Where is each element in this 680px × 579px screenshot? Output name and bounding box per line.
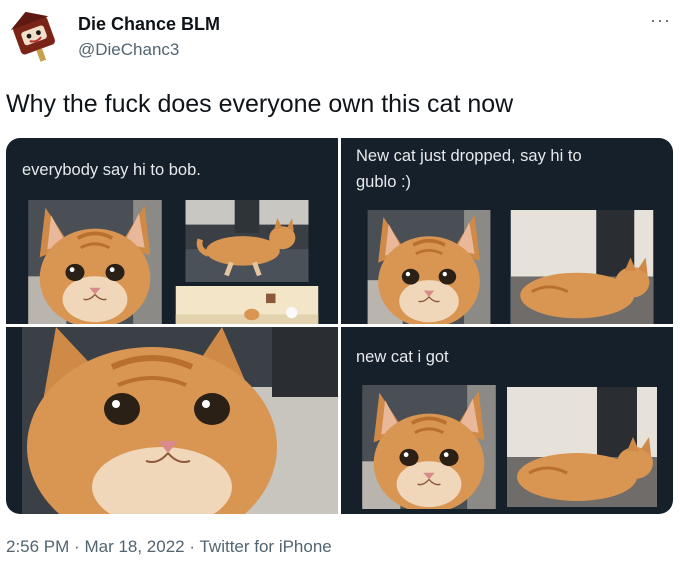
cat-face-photo: [22, 200, 168, 324]
more-options-icon[interactable]: ···: [650, 10, 671, 31]
panel-caption: everybody say hi to bob.: [22, 161, 201, 179]
room-photo: [172, 286, 322, 324]
cat-lying-photo: [172, 200, 322, 282]
cat-face-photo: [356, 385, 502, 509]
tweet-date[interactable]: Mar 18, 2022: [84, 537, 184, 556]
display-name[interactable]: Die Chance BLM: [78, 14, 220, 35]
media-panel-new-cat[interactable]: new cat i got: [341, 327, 673, 514]
cat-sleeping-photo: [507, 385, 657, 509]
tweet-timestamp[interactable]: 2:56 PM · Mar 18, 2022 · Twitter for iPh…: [6, 537, 332, 557]
avatar[interactable]: [6, 6, 64, 64]
media-panel-closeup[interactable]: [6, 327, 338, 514]
separator: ·: [189, 537, 196, 556]
cat-closeup-photo: [22, 327, 338, 514]
tweet-time[interactable]: 2:56 PM: [6, 537, 69, 556]
tweet-text: Why the fuck does everyone own this cat …: [6, 90, 514, 118]
separator: ·: [74, 537, 80, 556]
panel-caption: New cat just dropped, say hi to gublo :): [356, 147, 582, 191]
media-grid[interactable]: everybody say hi to bob. New cat just dr…: [6, 138, 673, 514]
user-handle[interactable]: @DieChanc3: [78, 40, 179, 60]
media-panel-gublo[interactable]: New cat just dropped, say hi to gublo :): [341, 138, 673, 324]
panel-caption: new cat i got: [356, 348, 449, 366]
media-panel-bob[interactable]: everybody say hi to bob.: [6, 138, 338, 324]
cat-sleeping-photo: [507, 210, 657, 324]
tweet-source[interactable]: Twitter for iPhone: [199, 537, 331, 556]
cat-face-photo: [356, 210, 502, 324]
